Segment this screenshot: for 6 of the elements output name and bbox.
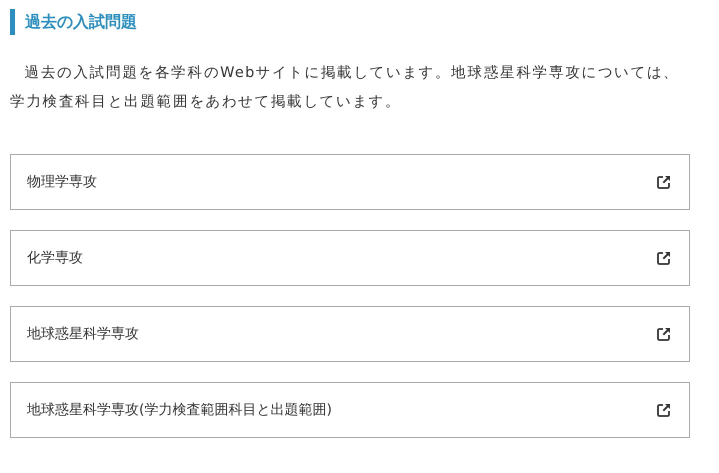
section-heading: 過去の入試問題 (10, 9, 690, 35)
link-card[interactable]: 化学専攻 (10, 230, 690, 286)
link-card[interactable]: 地球惑星科学専攻(学力検査範囲科目と出題範囲) (10, 382, 690, 438)
intro-paragraph: 過去の入試問題を各学科のWebサイトに掲載しています。地球惑星科学専攻については、学力検査科目と出題範囲をあわせて掲載しています。 (10, 64, 680, 112)
link-card[interactable]: 地球惑星科学専攻 (10, 306, 690, 362)
link-card[interactable]: 物理学専攻 (10, 154, 690, 210)
